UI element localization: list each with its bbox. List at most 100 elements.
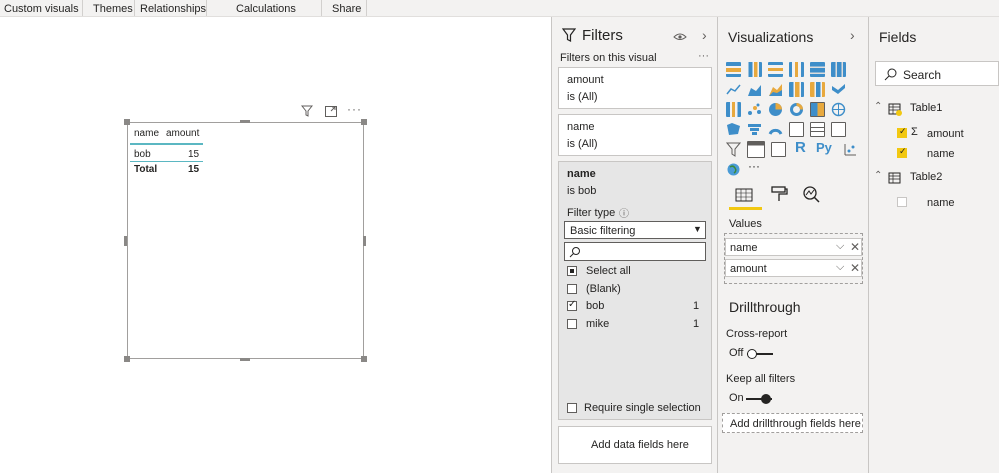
- multi-row-card-icon[interactable]: [810, 122, 825, 137]
- active-tab-indicator: [729, 207, 762, 210]
- name-field-checkbox[interactable]: [897, 146, 907, 158]
- add-drillthrough-label: Add drillthrough fields here: [730, 418, 861, 430]
- filter-item-label[interactable]: (Blank): [586, 283, 621, 295]
- resize-handle-left[interactable]: [124, 236, 127, 246]
- scatter-chart-icon[interactable]: [747, 102, 762, 117]
- resize-handle-bl[interactable]: [124, 356, 130, 362]
- require-single-checkbox[interactable]: [567, 403, 577, 413]
- tab-share[interactable]: Share: [332, 3, 361, 15]
- focus-mode-icon[interactable]: [325, 106, 337, 117]
- select-all-checkbox[interactable]: [567, 266, 577, 276]
- pie-chart-icon[interactable]: [768, 102, 783, 117]
- stacked-bar-chart-icon[interactable]: [726, 62, 741, 77]
- resize-handle-right[interactable]: [363, 236, 366, 246]
- table-visual-icon[interactable]: [747, 141, 765, 158]
- table2-name-checkbox[interactable]: [897, 197, 907, 207]
- filled-map-icon[interactable]: [726, 122, 741, 137]
- table2-name[interactable]: Table2: [910, 171, 942, 183]
- resize-handle-br[interactable]: [361, 356, 367, 362]
- filter-icon[interactable]: [301, 105, 313, 117]
- sigma-icon: Σ: [911, 126, 918, 138]
- column-header-amount[interactable]: amount: [166, 128, 199, 139]
- field-label[interactable]: name: [927, 197, 955, 209]
- paint-roller-icon[interactable]: [770, 185, 788, 203]
- funnel-chart-icon[interactable]: [747, 122, 762, 137]
- fields-tab-icon[interactable]: [735, 187, 753, 203]
- resize-handle-tr[interactable]: [361, 119, 367, 125]
- tab-calculations[interactable]: Calculations: [236, 3, 296, 15]
- clustered-bar-chart-icon[interactable]: [768, 62, 783, 77]
- donut-chart-icon[interactable]: [789, 102, 804, 117]
- blank-checkbox[interactable]: [567, 284, 577, 294]
- divider: [366, 0, 367, 16]
- r-visual-icon[interactable]: R: [795, 139, 806, 156]
- remove-icon[interactable]: ✕: [850, 240, 860, 254]
- fields-search-input[interactable]: Search: [875, 61, 999, 86]
- field-label[interactable]: amount: [927, 128, 964, 140]
- column-header-name[interactable]: name: [134, 128, 159, 139]
- more-options-icon[interactable]: ···: [698, 50, 709, 62]
- resize-handle-tl[interactable]: [124, 119, 130, 125]
- require-single-label[interactable]: Require single selection: [584, 402, 701, 414]
- chevron-up-icon[interactable]: ⌃: [874, 101, 882, 112]
- analytics-icon[interactable]: [802, 185, 820, 203]
- line-stacked-column-icon[interactable]: [810, 82, 825, 97]
- globe-icon[interactable]: [726, 162, 741, 177]
- bob-checkbox[interactable]: [567, 299, 577, 311]
- tab-custom-visuals[interactable]: Custom visuals: [4, 3, 79, 15]
- table-visual[interactable]: [127, 122, 364, 359]
- tab-themes[interactable]: Themes: [93, 3, 133, 15]
- resize-handle-top[interactable]: [240, 120, 250, 123]
- collapse-filters-icon[interactable]: ›: [702, 27, 707, 43]
- card-icon[interactable]: [789, 122, 804, 137]
- values-field-name[interactable]: name ⌵ ✕: [725, 238, 862, 256]
- filter-item-label[interactable]: mike: [586, 318, 609, 330]
- 100-bar-chart-icon[interactable]: [810, 62, 825, 77]
- add-data-fields-well[interactable]: Add data fields here: [558, 426, 712, 464]
- tab-relationships[interactable]: Relationships: [140, 3, 206, 15]
- info-icon[interactable]: ⓘ: [619, 205, 629, 220]
- total-rule: [130, 161, 203, 162]
- filter-card-name[interactable]: name is (All): [558, 114, 712, 156]
- filter-item-label[interactable]: Select all: [586, 265, 631, 277]
- stacked-area-chart-icon[interactable]: [768, 82, 783, 97]
- 100-column-chart-icon[interactable]: [831, 62, 846, 77]
- add-drillthrough-well[interactable]: Add drillthrough fields here: [722, 413, 863, 433]
- area-chart-icon[interactable]: [747, 82, 762, 97]
- python-visual-icon[interactable]: Py: [816, 140, 832, 155]
- resize-handle-bottom[interactable]: [240, 358, 250, 361]
- values-field-amount[interactable]: amount ⌵ ✕: [725, 259, 862, 277]
- kpi-icon[interactable]: [831, 122, 846, 137]
- line-clustered-column-icon[interactable]: [789, 82, 804, 97]
- well-field-label: name: [730, 242, 758, 254]
- more-visuals-icon[interactable]: ···: [748, 159, 760, 173]
- filter-item-label[interactable]: bob: [586, 300, 604, 312]
- more-options-icon[interactable]: ···: [347, 102, 362, 116]
- mike-checkbox[interactable]: [567, 319, 577, 329]
- field-label[interactable]: name: [927, 148, 955, 160]
- eye-icon[interactable]: [673, 32, 687, 41]
- waterfall-chart-icon[interactable]: [726, 102, 741, 117]
- amount-field-checkbox[interactable]: [897, 126, 907, 138]
- filter-search-input[interactable]: [564, 242, 706, 261]
- line-chart-icon[interactable]: [726, 82, 741, 97]
- chevron-down-icon[interactable]: ⌵: [836, 240, 844, 253]
- filter-card-active[interactable]: name is bob Filter type ⓘ Basic filterin…: [558, 161, 712, 420]
- chevron-up-icon[interactable]: ⌃: [874, 170, 882, 181]
- filter-type-dropdown[interactable]: Basic filtering ▼: [564, 221, 706, 239]
- clustered-column-chart-icon[interactable]: [789, 62, 804, 77]
- remove-icon[interactable]: ✕: [850, 261, 860, 275]
- stacked-column-chart-icon[interactable]: [747, 62, 762, 77]
- chevron-down-icon[interactable]: ⌵: [836, 261, 844, 274]
- filter-state: is (All): [567, 138, 598, 150]
- key-influencers-icon[interactable]: [843, 142, 858, 157]
- slicer-icon[interactable]: [726, 142, 741, 157]
- matrix-icon[interactable]: [771, 142, 786, 157]
- filter-card-amount[interactable]: amount is (All): [558, 67, 712, 109]
- table1-name[interactable]: Table1: [910, 102, 942, 114]
- ribbon-chart-icon[interactable]: [831, 82, 846, 97]
- gauge-icon[interactable]: [768, 122, 783, 137]
- collapse-viz-icon[interactable]: ›: [850, 27, 855, 43]
- map-icon[interactable]: [831, 102, 846, 117]
- treemap-icon[interactable]: [810, 102, 825, 117]
